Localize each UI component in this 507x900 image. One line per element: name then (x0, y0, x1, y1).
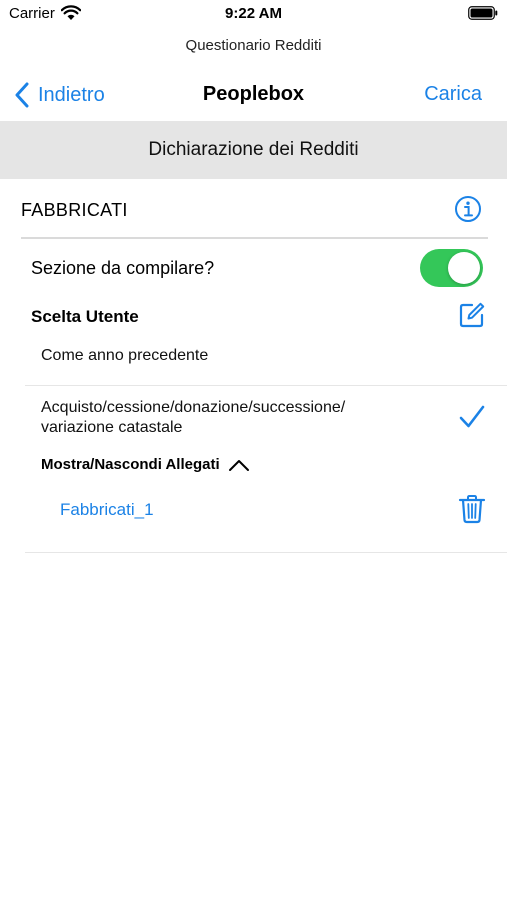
trash-icon[interactable] (458, 494, 486, 524)
upload-button[interactable]: Carica (424, 83, 482, 106)
checkmark-icon[interactable] (458, 403, 486, 431)
divider (21, 237, 488, 239)
battery-icon (468, 6, 498, 20)
section-toggle-switch[interactable] (420, 249, 483, 287)
divider (25, 385, 507, 386)
edit-square-icon[interactable] (458, 301, 486, 329)
option-label[interactable]: Acquisto/cessione/donazione/successione/… (41, 398, 421, 438)
back-button-label: Indietro (38, 83, 105, 106)
toggle-knob (448, 252, 480, 284)
divider (25, 552, 507, 553)
section-toggle-label: Sezione da compilare? (31, 258, 215, 278)
status-bar: Carrier 9:22 AM (0, 0, 507, 30)
user-choice-label: Scelta Utente (31, 307, 139, 326)
category-header: FABBRICATI (0, 180, 507, 238)
attachment-link[interactable]: Fabbricati_1 (60, 500, 154, 520)
app-title: Questionario Redditi (185, 37, 322, 54)
chevron-left-icon (15, 82, 29, 108)
section-banner-title: Dichiarazione dei Redditi (148, 139, 359, 160)
navigation-bar: Indietro Peoplebox Carica (0, 70, 507, 120)
clock: 9:22 AM (225, 5, 282, 22)
chevron-up-icon (228, 459, 249, 471)
back-button[interactable]: Indietro (14, 81, 105, 109)
category-title: FABBRICATI (21, 200, 128, 220)
info-circle-icon[interactable] (454, 195, 482, 223)
user-choice-value: Come anno precedente (41, 347, 209, 364)
show-hide-attachments-toggle[interactable]: Mostra/Nascondi Allegati (41, 456, 250, 473)
attachments-toggle-label: Mostra/Nascondi Allegati (41, 456, 220, 473)
section-banner: Dichiarazione dei Redditi (0, 121, 507, 179)
